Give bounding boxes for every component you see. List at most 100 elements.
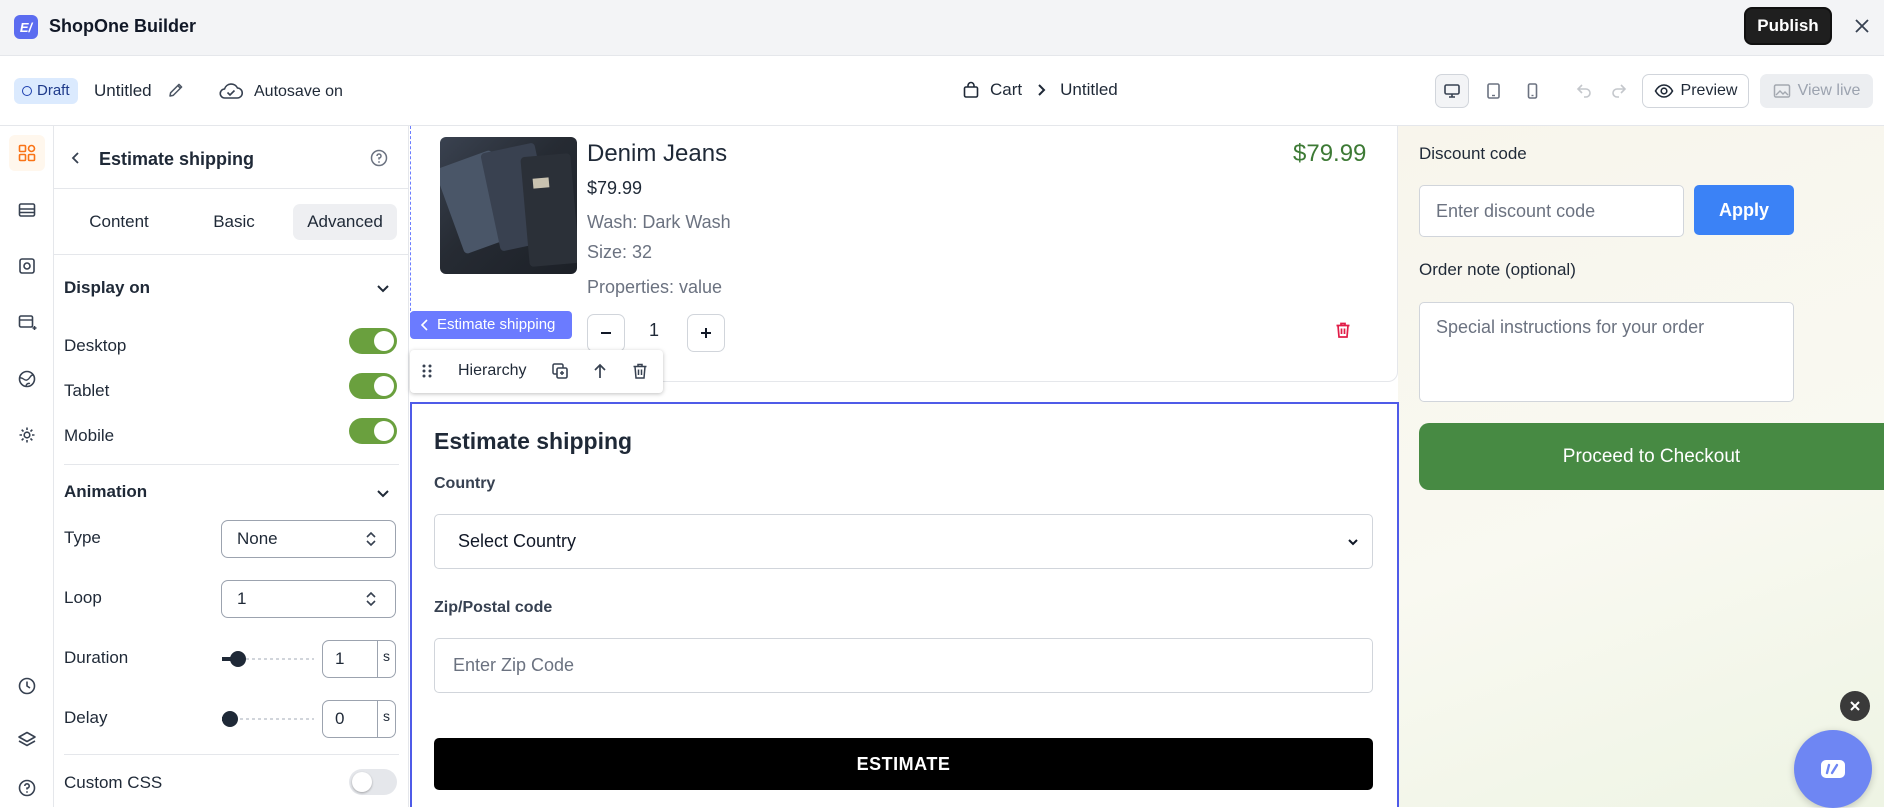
move-up-icon[interactable] [591, 362, 609, 380]
line-total: $79.99 [1293, 140, 1367, 167]
store-icon[interactable] [9, 304, 45, 340]
top-bar: E/ ShopOne Builder Publish [0, 0, 1884, 56]
divider [54, 188, 409, 189]
sections-icon[interactable] [9, 192, 45, 228]
desktop-toggle[interactable] [349, 328, 397, 354]
zip-input[interactable]: Enter Zip Code [434, 638, 1373, 693]
chevron-down-icon[interactable] [374, 279, 392, 297]
duration-input[interactable]: 1 s [322, 640, 396, 678]
duration-value: 1 [335, 649, 345, 668]
view-live-button[interactable]: View live [1760, 74, 1873, 108]
breadcrumb-page[interactable]: Cart [990, 80, 1022, 100]
pencil-icon[interactable] [166, 80, 186, 100]
tablet-view-icon[interactable] [1476, 74, 1510, 108]
document-name[interactable]: Untitled [94, 81, 152, 101]
elements-icon[interactable] [9, 135, 45, 171]
selection-guide [410, 126, 411, 326]
templates-icon[interactable] [9, 248, 45, 284]
tab-content[interactable]: Content [64, 204, 174, 240]
product-option: Properties: value [587, 277, 723, 297]
cloud-check-icon [218, 81, 244, 101]
drag-handle-icon[interactable] [420, 362, 434, 380]
jeans-graphic [520, 153, 577, 267]
chat-launcher-icon[interactable] [1794, 730, 1872, 808]
hierarchy-button[interactable]: Hierarchy [458, 362, 526, 380]
loop-label: Loop [64, 588, 102, 607]
preview-button[interactable]: Preview [1642, 74, 1749, 108]
estimate-button[interactable]: ESTIMATE [434, 738, 1373, 790]
status-dot-icon [22, 86, 32, 96]
help-circle-icon[interactable] [369, 148, 389, 168]
selected-element-label[interactable]: Estimate shipping [410, 311, 572, 339]
back-arrow-icon[interactable] [66, 148, 86, 168]
tab-basic[interactable]: Basic [179, 204, 289, 240]
delay-slider[interactable] [222, 711, 314, 727]
discount-label: Discount code [1419, 144, 1527, 163]
loop-select[interactable]: 1 [221, 580, 396, 618]
country-value: Select Country [458, 531, 577, 551]
divider [54, 254, 409, 255]
country-select[interactable]: Select Country [434, 514, 1373, 569]
mobile-view-icon[interactable] [1515, 74, 1549, 108]
estimate-title: Estimate shipping [434, 428, 633, 454]
tab-advanced[interactable]: Advanced [293, 204, 397, 240]
mobile-label: Mobile [64, 426, 115, 445]
view-live-label: View live [1797, 82, 1861, 99]
increase-quantity-button[interactable] [687, 314, 725, 352]
desktop-view-icon[interactable] [1435, 74, 1469, 108]
delete-item-icon[interactable] [1333, 320, 1353, 340]
publish-button[interactable]: Publish [1744, 7, 1832, 45]
duration-unit: s [377, 641, 395, 677]
product-image[interactable] [440, 137, 577, 274]
checkout-button[interactable]: Proceed to Checkout [1419, 423, 1884, 490]
product-option: Wash: Dark Wash [587, 212, 731, 232]
duplicate-icon[interactable] [551, 362, 569, 380]
settings-icon[interactable] [9, 417, 45, 453]
slider-handle[interactable] [222, 711, 238, 727]
status-badge: Draft [14, 78, 78, 104]
animation-heading[interactable]: Animation [64, 482, 147, 502]
settings-panel: Estimate shipping Content Basic Advanced… [54, 126, 409, 807]
help-icon[interactable] [9, 770, 45, 806]
breadcrumb: Cart Untitled [962, 80, 1118, 100]
product-price: $79.99 [587, 178, 643, 198]
eye-icon [1654, 83, 1674, 99]
mobile-toggle[interactable] [349, 418, 397, 444]
product-name[interactable]: Denim Jeans [587, 140, 727, 168]
order-note-textarea[interactable]: Special instructions for your order [1419, 302, 1794, 402]
chevron-down-icon[interactable] [374, 484, 392, 502]
panel-title: Estimate shipping [99, 149, 255, 169]
chevron-left-icon [419, 318, 431, 332]
apply-button[interactable]: Apply [1694, 185, 1794, 235]
tablet-label: Tablet [64, 381, 110, 400]
delay-unit: s [377, 701, 395, 737]
quantity-value[interactable]: 1 [649, 320, 659, 341]
delay-input[interactable]: 0 s [322, 700, 396, 738]
app-title: ShopOne Builder [49, 16, 197, 36]
divider [64, 754, 399, 755]
redo-icon[interactable] [1610, 81, 1628, 99]
close-icon[interactable] [1852, 16, 1872, 36]
slider-handle[interactable] [229, 651, 246, 667]
duration-label: Duration [64, 648, 129, 667]
autosave-status: Autosave on [254, 83, 343, 100]
decrease-quantity-button[interactable] [587, 314, 625, 352]
discount-input[interactable]: Enter discount code [1419, 185, 1684, 237]
desktop-label: Desktop [64, 336, 127, 355]
duration-slider[interactable] [222, 651, 314, 667]
type-select[interactable]: None [221, 520, 396, 558]
history-icon[interactable] [9, 668, 45, 704]
layers-icon[interactable] [9, 722, 45, 758]
zip-label: Zip/Postal code [434, 599, 553, 616]
loop-value: 1 [237, 589, 247, 608]
close-chat-icon[interactable] [1840, 691, 1870, 721]
globe-icon[interactable] [9, 361, 45, 397]
breadcrumb-current[interactable]: Untitled [1060, 80, 1118, 100]
undo-icon[interactable] [1575, 81, 1593, 99]
delay-value: 0 [335, 709, 345, 728]
shopping-bag-icon [962, 81, 980, 99]
delete-icon[interactable] [631, 362, 649, 380]
tablet-toggle[interactable] [349, 373, 397, 399]
custom-css-toggle[interactable] [349, 769, 397, 795]
display-on-heading[interactable]: Display on [64, 278, 150, 298]
